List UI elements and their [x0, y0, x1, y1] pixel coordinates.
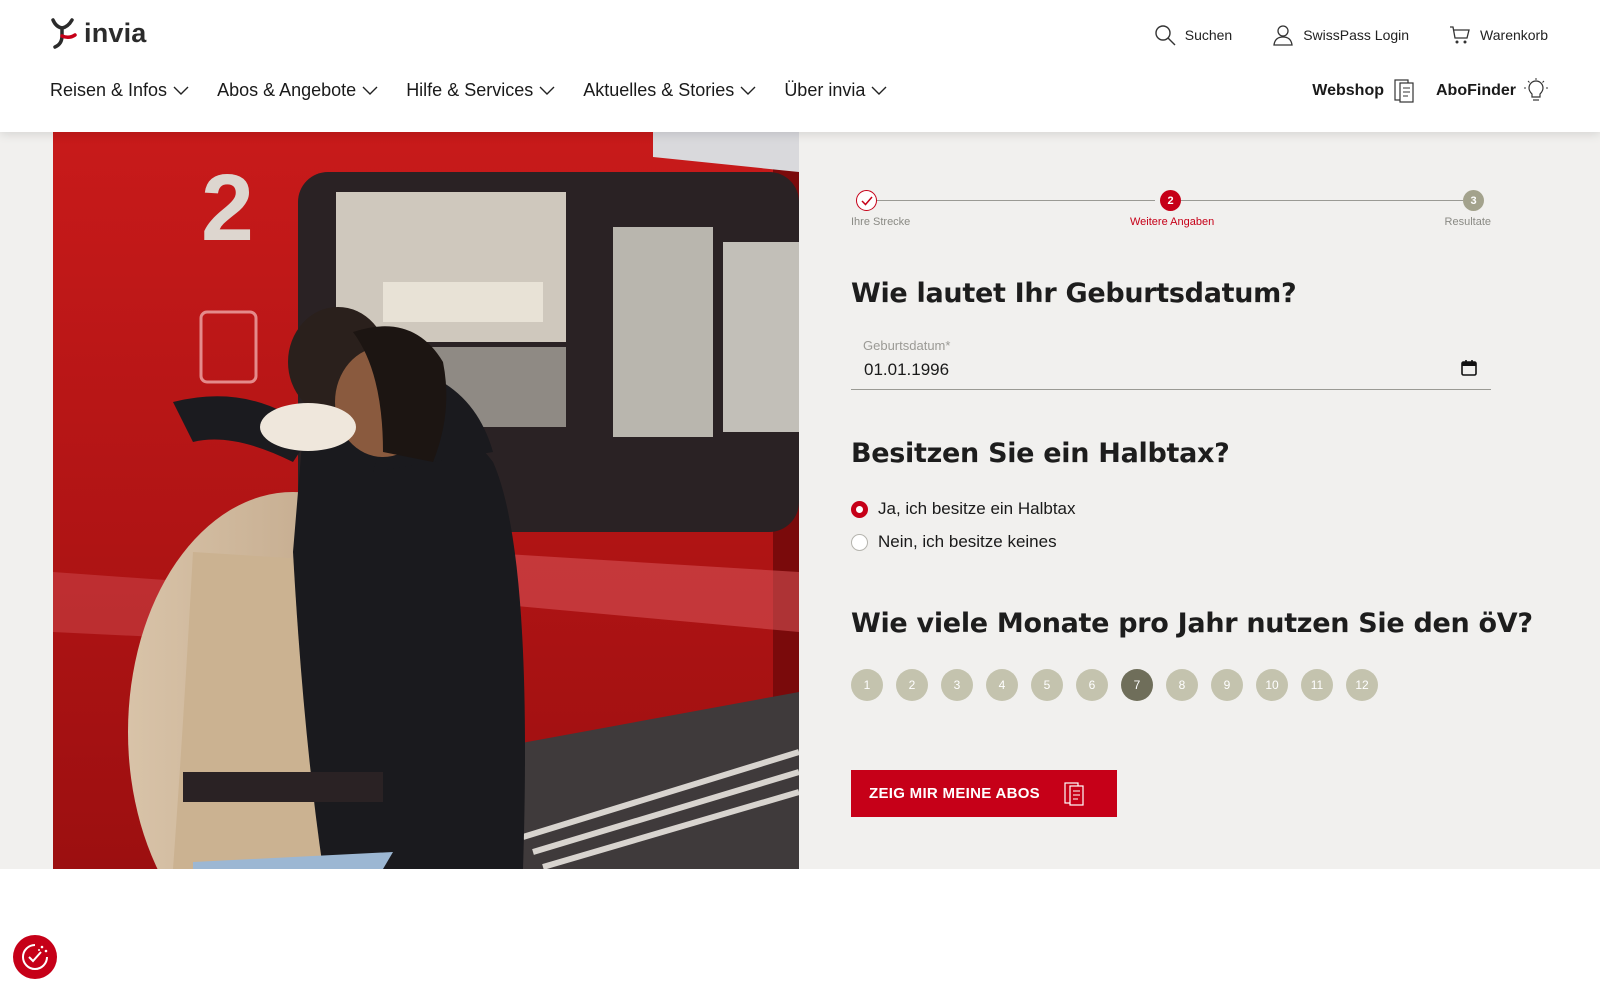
show-abos-label: ZEIG MIR MEINE ABOS: [869, 785, 1040, 802]
step-label-angaben: Weitere Angaben: [1130, 216, 1215, 228]
search-link[interactable]: Suchen: [1154, 24, 1232, 46]
login-label: SwissPass Login: [1303, 27, 1410, 43]
cart-icon: [1450, 26, 1470, 44]
halbtax-option-no[interactable]: Nein, ich besitze keines: [851, 532, 1057, 552]
login-link[interactable]: SwissPass Login: [1272, 24, 1409, 46]
search-label: Suchen: [1184, 27, 1233, 43]
birthdate-label: Geburtsdatum*: [863, 338, 951, 353]
logo-text: invia: [84, 17, 147, 48]
radio-button-selected[interactable]: [851, 500, 868, 518]
birthdate-input[interactable]: 01.01.1996: [864, 360, 949, 380]
ticket-icon: [1394, 79, 1414, 103]
radio-button[interactable]: [851, 533, 868, 551]
lightbulb-icon: [1524, 78, 1548, 101]
utility-nav: Suchen SwissPass Login Warenkorb: [1154, 24, 1548, 46]
progress-stepper: 2 3 Ihre Strecke Weitere Angaben Resulta…: [851, 190, 1491, 240]
abofinder-link[interactable]: AboFinder: [1436, 78, 1548, 104]
abofinder-section: 2 2 3 Ihre Strecke Weitere Angaben Resul…: [0, 132, 1600, 869]
month-option[interactable]: 10: [1256, 669, 1288, 701]
step-done-marker[interactable]: [856, 190, 877, 211]
coach-number: 2: [201, 155, 254, 261]
month-option[interactable]: 5: [1031, 669, 1063, 701]
cookie-settings-button[interactable]: [13, 935, 57, 979]
nav-item-label: Über invia: [784, 80, 866, 100]
step-active-marker: 2: [1160, 190, 1181, 211]
stepper-line: [1181, 200, 1463, 201]
ticket-icon: [1064, 781, 1084, 806]
month-option-selected[interactable]: 7: [1121, 669, 1153, 701]
nav-item-reisen[interactable]: Reisen & Infos: [50, 80, 189, 101]
month-option[interactable]: 2: [896, 669, 928, 701]
month-option[interactable]: 12: [1346, 669, 1378, 701]
step-label-resultate: Resultate: [1444, 216, 1491, 228]
invia-logo-icon: [51, 18, 77, 49]
chevron-down-icon: [362, 86, 378, 95]
main-nav: Reisen & Infos Abos & Angebote Hilfe & S…: [50, 80, 887, 101]
month-option[interactable]: 1: [851, 669, 883, 701]
chevron-down-icon: [740, 86, 756, 95]
cart-label: Warenkorb: [1480, 27, 1548, 43]
step-label-strecke[interactable]: Ihre Strecke: [851, 216, 910, 228]
month-option[interactable]: 8: [1166, 669, 1198, 701]
show-abos-button[interactable]: ZEIG MIR MEINE ABOS: [851, 770, 1117, 817]
cart-link[interactable]: Warenkorb: [1449, 24, 1548, 46]
nav-item-ueber[interactable]: Über invia: [784, 80, 887, 101]
months-question: Wie viele Monate pro Jahr nutzen Sie den…: [851, 608, 1533, 639]
halbtax-question: Besitzen Sie ein Halbtax?: [851, 438, 1230, 469]
hero-photo: 2: [53, 132, 799, 869]
webshop-label: Webshop: [1312, 82, 1384, 99]
abofinder-label: AboFinder: [1436, 82, 1516, 99]
month-option[interactable]: 4: [986, 669, 1018, 701]
webshop-link[interactable]: Webshop: [1312, 78, 1416, 104]
nav-shortcuts: Webshop AboFinder: [1312, 78, 1548, 104]
halbtax-option-yes[interactable]: Ja, ich besitze ein Halbtax: [851, 499, 1076, 519]
months-selector: 1 2 3 4 5 6 7 8 9 10 11 12: [851, 669, 1378, 701]
birthdate-field[interactable]: Geburtsdatum* 01.01.1996: [851, 338, 1491, 390]
stepper-line: [872, 200, 1155, 201]
chevron-down-icon: [173, 86, 189, 95]
month-option[interactable]: 11: [1301, 669, 1333, 701]
nav-item-label: Abos & Angebote: [217, 80, 357, 100]
user-icon: [1273, 25, 1293, 46]
nav-item-hilfe[interactable]: Hilfe & Services: [406, 80, 555, 101]
calendar-icon[interactable]: [1461, 360, 1477, 376]
nav-item-label: Hilfe & Services: [406, 80, 534, 100]
site-header: invia Suchen SwissPass Login Warenkorb R…: [0, 0, 1600, 132]
halbtax-option-label: Ja, ich besitze ein Halbtax: [878, 499, 1076, 518]
check-icon: [860, 196, 873, 206]
train-hug-image: 2: [53, 132, 799, 869]
cookie-consent-icon: [22, 944, 48, 970]
nav-item-abos[interactable]: Abos & Angebote: [217, 80, 378, 101]
search-icon: [1155, 25, 1176, 46]
birthdate-question: Wie lautet Ihr Geburtsdatum?: [851, 278, 1297, 309]
invia-logo[interactable]: invia: [50, 17, 147, 49]
month-option[interactable]: 6: [1076, 669, 1108, 701]
halbtax-option-label: Nein, ich besitze keines: [878, 532, 1057, 551]
abofinder-form: 2 3 Ihre Strecke Weitere Angaben Resulta…: [851, 132, 1533, 869]
chevron-down-icon: [871, 86, 887, 95]
nav-item-aktuelles[interactable]: Aktuelles & Stories: [583, 80, 756, 101]
month-option[interactable]: 9: [1211, 669, 1243, 701]
month-option[interactable]: 3: [941, 669, 973, 701]
step-upcoming-marker: 3: [1463, 190, 1484, 211]
nav-item-label: Aktuelles & Stories: [583, 80, 735, 100]
chevron-down-icon: [539, 86, 555, 95]
nav-item-label: Reisen & Infos: [50, 80, 168, 100]
